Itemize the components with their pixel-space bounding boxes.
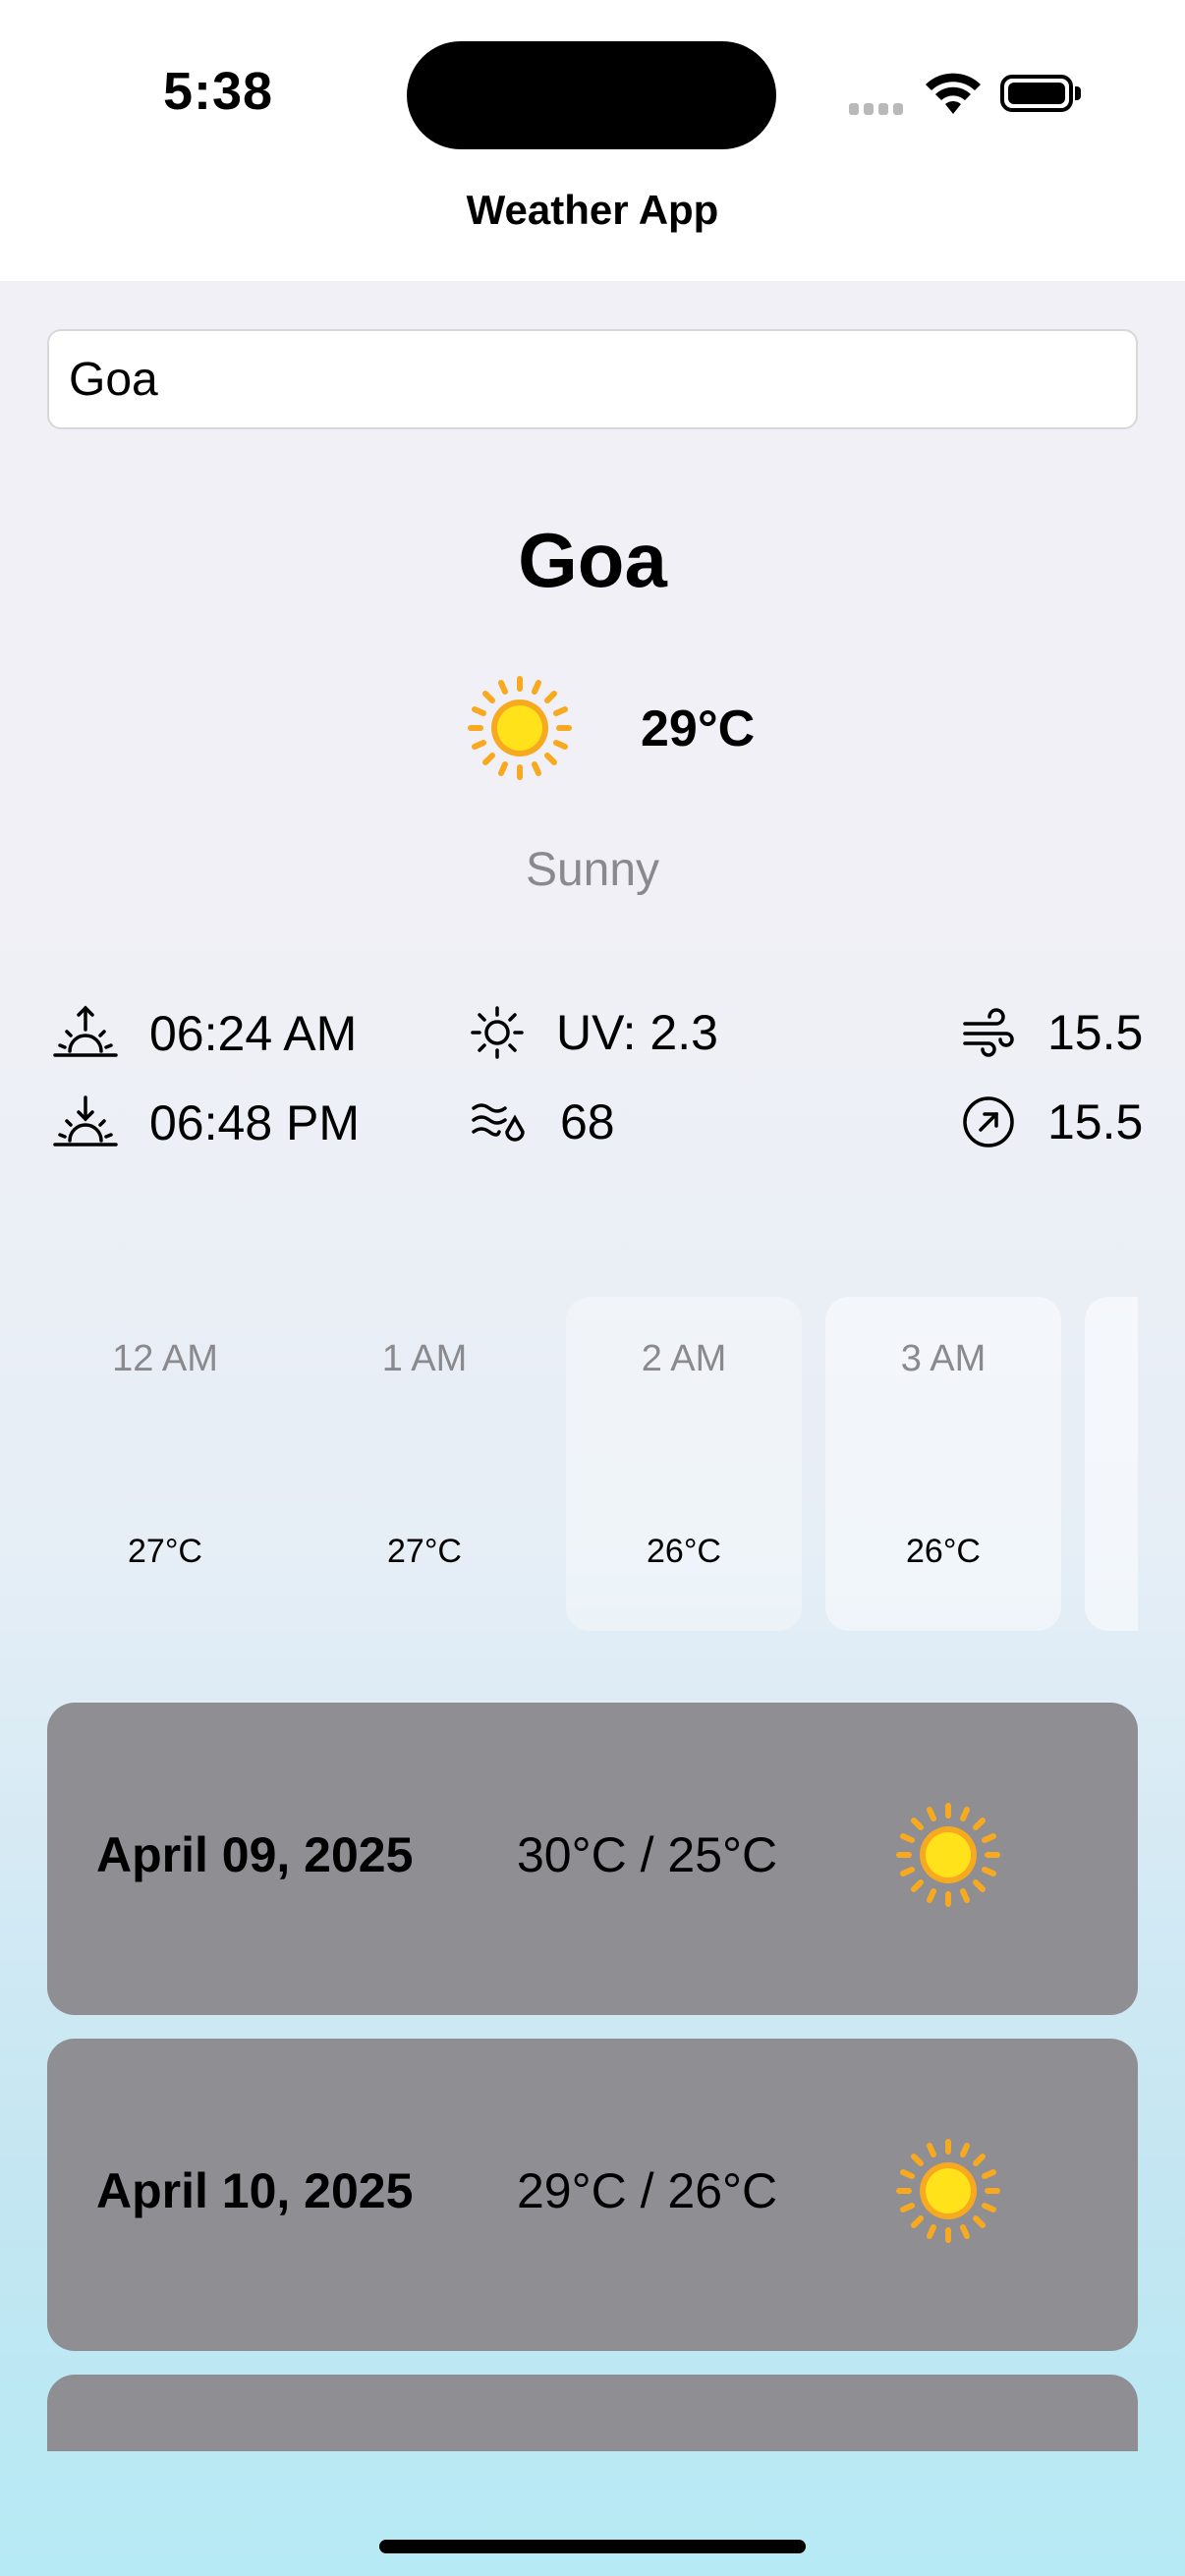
uv-sun-icon	[471, 1006, 524, 1059]
sun-icon	[896, 2139, 1000, 2243]
status-bar: 5:38	[0, 0, 1185, 196]
hour-card[interactable]: 12 AM 27°C	[47, 1297, 283, 1631]
status-time: 5:38	[163, 62, 274, 121]
daily-forecast-card-partial[interactable]	[47, 2375, 1138, 2451]
wifi-icon	[926, 73, 981, 114]
page-title: Weather App	[466, 187, 719, 233]
battery-icon	[1000, 75, 1073, 112]
uv-stat: UV: 2.3	[470, 1004, 718, 1061]
hour-card[interactable]: 1 AM 27°C	[307, 1297, 542, 1631]
humidity-value: 68	[560, 1094, 615, 1149]
home-indicator[interactable]	[379, 2540, 806, 2553]
forecast-range: 30°C / 25°C	[517, 1827, 778, 1882]
sunset-stat: 06:48 PM	[53, 1093, 360, 1152]
sunset-icon	[53, 1095, 118, 1147]
daily-forecast-card[interactable]: April 09, 2025 30°C / 25°C	[47, 1703, 1138, 2015]
forecast-date: April 10, 2025	[96, 2163, 414, 2218]
moon-icon	[157, 1447, 171, 1475]
cellular-signal-icon	[849, 102, 908, 116]
daily-forecast-card[interactable]: April 10, 2025 29°C / 26°C	[47, 2039, 1138, 2351]
wind-direction-icon	[963, 1096, 1014, 1148]
battery-tip	[1075, 86, 1081, 100]
moon-icon	[935, 1447, 949, 1475]
sunset-time: 06:48 PM	[149, 1095, 361, 1150]
hour-card-partial[interactable]	[1085, 1297, 1138, 1631]
moon-icon	[417, 1447, 430, 1475]
hour-label: 3 AM	[900, 1338, 987, 1379]
city-search-input[interactable]	[47, 329, 1138, 429]
sunrise-stat: 06:24 AM	[53, 1004, 357, 1063]
sunrise-icon	[53, 1005, 118, 1057]
uv-index: UV: 2.3	[556, 1005, 718, 1060]
forecast-range: 29°C / 26°C	[517, 2163, 778, 2218]
sun-icon	[468, 676, 572, 780]
hour-card[interactable]: 3 AM 26°C	[825, 1297, 1061, 1631]
dynamic-island	[407, 41, 776, 149]
sun-icon	[896, 1803, 1000, 1907]
moon-icon	[676, 1447, 690, 1475]
hour-label: 12 AM	[112, 1338, 218, 1379]
gust-stat: 15.5	[961, 1093, 1143, 1150]
hour-card[interactable]: 2 AM 26°C	[566, 1297, 802, 1631]
city-name: Goa	[518, 517, 667, 603]
hour-temp: 27°C	[387, 1533, 462, 1570]
wind-icon	[963, 1008, 1014, 1057]
hour-label: 2 AM	[641, 1338, 727, 1379]
weather-condition: Sunny	[525, 844, 660, 896]
current-temperature: 29°C	[641, 700, 756, 757]
wind-speed: 15.5	[1047, 1005, 1144, 1060]
humidity-stat: 68	[470, 1093, 615, 1150]
sunrise-time: 06:24 AM	[149, 1006, 358, 1061]
gust-speed: 15.5	[1047, 1094, 1144, 1149]
wind-stat: 15.5	[961, 1004, 1143, 1061]
forecast-date: April 09, 2025	[96, 1827, 414, 1882]
hour-temp: 27°C	[128, 1533, 202, 1570]
hour-label: 1 AM	[381, 1338, 468, 1379]
hour-temp: 26°C	[906, 1533, 981, 1570]
hourly-forecast[interactable]: 12 AM 27°C 1 AM 27°C 2 AM 26°C 3 AM 26°C	[0, 1297, 1185, 1631]
hour-temp: 26°C	[647, 1533, 721, 1570]
humidity-icon	[472, 1103, 525, 1142]
